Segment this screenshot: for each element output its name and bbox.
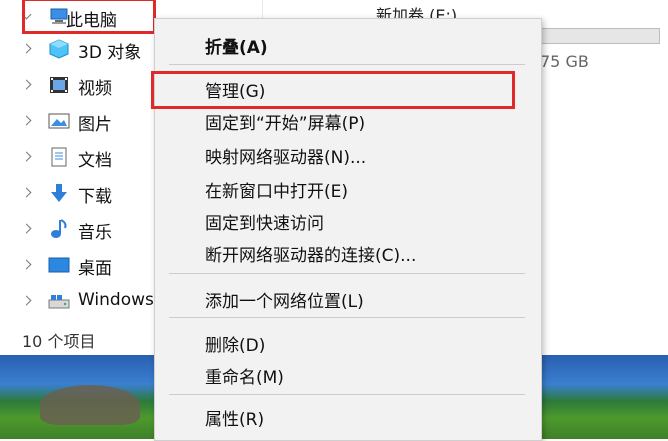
menu-separator [169,394,525,395]
chevron-right-icon[interactable] [22,224,32,234]
chevron-right-icon[interactable] [22,260,32,270]
chevron-right-icon[interactable] [22,44,32,54]
desktop-icon [48,255,70,275]
video-icon [48,75,70,95]
menu-item-rename[interactable]: 重命名(M) [205,363,284,388]
chevron-right-icon[interactable] [22,296,32,306]
menu-item-disconnect-network-drive[interactable]: 断开网络驱动器的连接(C)... [205,241,416,266]
chevron-right-icon[interactable] [22,116,32,126]
download-icon [48,183,70,203]
chevron-right-icon[interactable] [22,188,32,198]
documents-icon [48,147,70,167]
nav-label: 下载 [78,187,112,207]
menu-separator [169,317,525,318]
menu-separator [169,273,525,274]
nav-label: 3D 对象 [78,43,142,63]
music-icon [48,219,70,239]
nav-label: 视频 [78,79,112,99]
menu-item-map-network-drive[interactable]: 映射网络驱动器(N)... [205,143,366,168]
desktop-rock [40,385,140,425]
nav-label: Windows [78,290,154,310]
menu-item-delete[interactable]: 删除(D) [205,331,265,356]
3d-objects-icon [48,39,70,59]
menu-item-pin-to-start[interactable]: 固定到“开始”屏幕(P) [205,109,365,134]
drive-icon [48,291,70,311]
nav-label: 文档 [78,151,112,171]
menu-item-collapse[interactable]: 折叠(A) [205,33,268,58]
nav-label: 音乐 [78,223,112,243]
menu-item-open-new-window[interactable]: 在新窗口中打开(E) [205,177,348,202]
menu-item-add-network-location[interactable]: 添加一个网络位置(L) [205,287,364,312]
status-item-count: 10 个项目 [22,332,96,351]
this-pc-highlight-box [22,0,156,34]
chevron-right-icon[interactable] [22,152,32,162]
menu-item-properties[interactable]: 属性(R) [205,405,264,430]
nav-label: 图片 [78,115,112,135]
chevron-right-icon[interactable] [22,80,32,90]
drive-usage-bar [540,28,660,44]
drive-size-text: 75 GB [540,52,589,71]
nav-label: 桌面 [78,259,112,279]
menu-item-manage[interactable]: 管理(G) [205,77,265,102]
context-menu: 折叠(A) 管理(G) 固定到“开始”屏幕(P) 映射网络驱动器(N)... 在… [151,18,542,441]
menu-item-pin-quick-access[interactable]: 固定到快速访问 [205,209,324,234]
menu-separator [169,64,525,65]
pictures-icon [48,111,70,131]
